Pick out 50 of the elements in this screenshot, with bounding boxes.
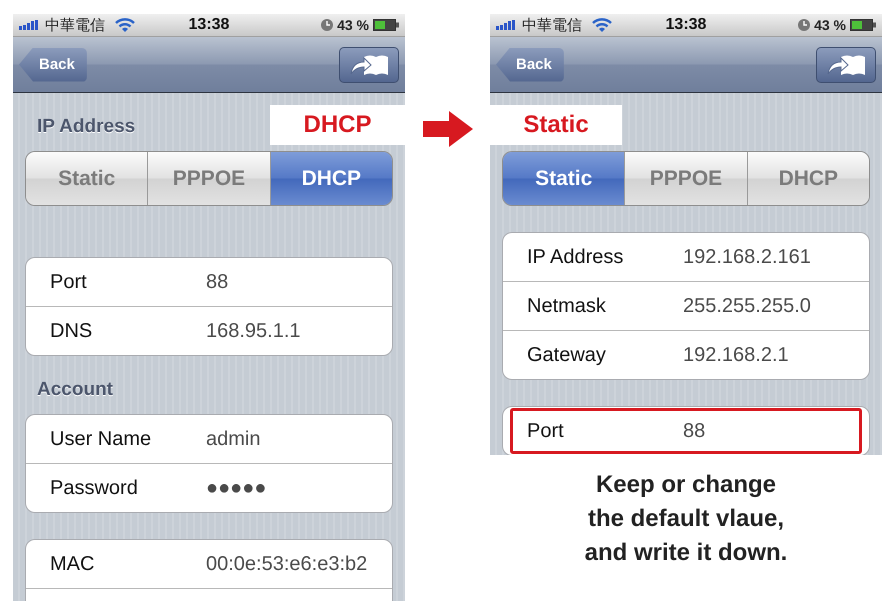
row-value: 00:0e:53:e6:e3:b2 (206, 552, 368, 576)
signal-icon (19, 20, 41, 30)
segment-tab[interactable]: DHCP (746, 152, 869, 205)
wifi-icon (592, 18, 612, 32)
row-value: 168.95.1.1 (206, 320, 301, 342)
row-value: 192.168.2.1 (683, 344, 789, 366)
callout-label: DHCP (270, 105, 405, 145)
callout-label: Static (490, 105, 622, 145)
battery-percent: 43 % (814, 17, 846, 33)
segment-tab[interactable]: Static (503, 152, 624, 205)
book-icon (827, 54, 865, 76)
row-label: Port (49, 270, 88, 294)
row-value: 88 (206, 270, 228, 294)
row-label: Port (526, 420, 565, 442)
row-value: admin (206, 428, 260, 450)
row-label: Password (49, 476, 139, 500)
battery-icon (372, 19, 399, 31)
row-label: Netmask (526, 294, 607, 318)
signal-icon (496, 20, 518, 30)
clock-time: 13:38 (666, 16, 706, 34)
section-header: Account (37, 378, 113, 402)
row-value: ●●●●● (206, 476, 266, 500)
clock-time: 13:38 (188, 16, 230, 34)
back-button[interactable]: Back (496, 48, 564, 82)
row-label: User Name (49, 428, 152, 450)
segment-tab[interactable]: Static (26, 152, 148, 205)
battery-icon (850, 19, 876, 31)
segment-tab[interactable]: PPPOE (624, 152, 747, 205)
clock-icon (321, 19, 334, 31)
row-value: 88 (683, 420, 706, 442)
row-label: IP Address (526, 246, 624, 268)
row-value: 192.168.2.161 (683, 246, 811, 268)
battery-percent: 43 % (337, 17, 369, 33)
bookmark-button[interactable] (816, 46, 876, 82)
segment-tab[interactable]: DHCP (270, 152, 392, 205)
row-label: DNS (49, 320, 94, 342)
segment-tab[interactable]: PPPOE (147, 152, 270, 205)
arrow-icon (422, 111, 472, 147)
row-label: MAC (49, 552, 96, 576)
carrier-name: 中華電信 (45, 16, 105, 34)
clock-icon (798, 19, 810, 31)
wifi-icon (115, 18, 135, 32)
caption-text: Keep or change the default vlaue, and write it down. (584, 470, 788, 568)
book-icon (350, 54, 388, 76)
section-header: IP Address (37, 115, 136, 139)
row-value: 255.255.255.0 (683, 294, 811, 318)
carrier-name: 中華電信 (522, 16, 582, 34)
row-label: Gateway (526, 344, 607, 366)
bookmark-button[interactable] (339, 46, 399, 82)
back-button[interactable]: Back (19, 48, 87, 82)
